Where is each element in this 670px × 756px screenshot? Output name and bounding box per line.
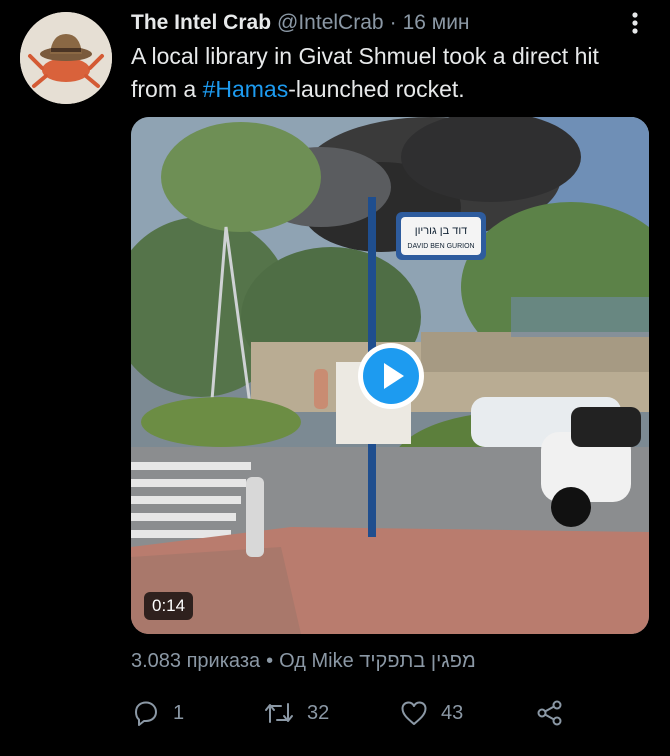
- reply-count: 1: [173, 701, 185, 724]
- action-bar: 1 32 43: [131, 696, 571, 730]
- retweet-button[interactable]: 32: [263, 696, 329, 730]
- avatar[interactable]: [20, 12, 112, 104]
- reply-button[interactable]: 1: [131, 696, 184, 730]
- play-icon: [363, 348, 419, 404]
- timestamp[interactable]: 16 мин: [403, 11, 470, 35]
- more-vertical-icon: [632, 12, 638, 34]
- like-button[interactable]: 43: [399, 696, 463, 730]
- video-duration: 0:14: [144, 592, 194, 620]
- play-button[interactable]: [358, 343, 424, 409]
- retweet-count: 32: [307, 701, 330, 724]
- tweet-header: The Intel Crab @IntelCrab · 16 мин: [131, 9, 650, 37]
- crab-avatar-image: [20, 12, 112, 104]
- author-name[interactable]: The Intel Crab: [131, 11, 271, 35]
- retweet-icon: [265, 703, 293, 723]
- share-icon: [537, 700, 562, 726]
- hashtag-link[interactable]: #Hamas: [203, 76, 289, 102]
- sign-text-latin: DAVID BEN GURION: [407, 243, 474, 250]
- author-handle[interactable]: @IntelCrab: [277, 11, 384, 35]
- video-player[interactable]: דוד בן גוריון DAVID BEN GURION 0:14: [131, 117, 649, 634]
- social-context[interactable]: 3.083 приказа • Од Mike מפגין בתפקיד: [131, 650, 476, 673]
- tweet-text: A local library in Givat Shmuel took a d…: [131, 40, 651, 106]
- tweet-text-end: -launched rocket.: [288, 76, 465, 102]
- more-options-button[interactable]: [620, 9, 650, 37]
- separator-dot: ·: [389, 11, 397, 34]
- reply-icon: [135, 701, 157, 726]
- heart-icon: [401, 701, 427, 725]
- share-button[interactable]: [535, 696, 565, 730]
- context-separator: •: [266, 650, 274, 672]
- sign-text-hebrew: דוד בן גוריון: [415, 225, 468, 237]
- context-source: Од Mike מפגין בתפקיד: [279, 650, 476, 672]
- view-count: 3.083 приказа: [131, 650, 261, 672]
- like-count: 43: [441, 701, 464, 724]
